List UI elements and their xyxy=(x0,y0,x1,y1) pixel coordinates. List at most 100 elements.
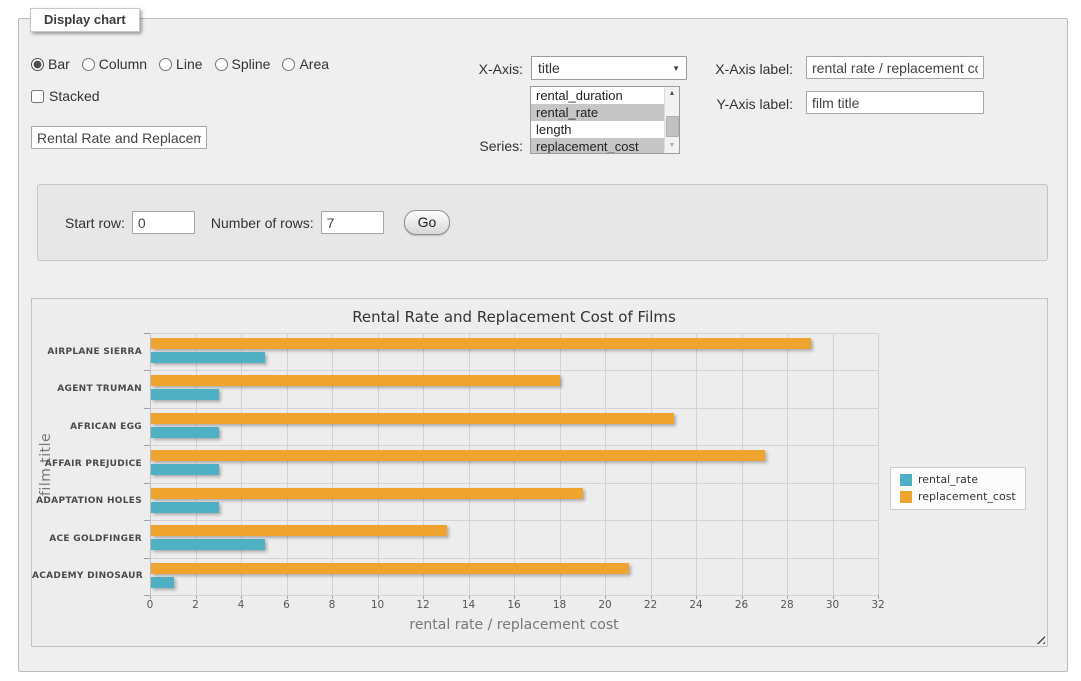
chart-container: Rental Rate and Replacement Cost of Film… xyxy=(31,298,1048,647)
bar-group xyxy=(151,558,879,595)
legend-item-replacement_cost[interactable]: replacement_cost xyxy=(900,490,1016,503)
y-axis-label-field-label: Y-Axis label: xyxy=(683,96,793,112)
legend-swatch xyxy=(900,474,912,486)
bar-group xyxy=(151,333,879,370)
x-tick-label: 2 xyxy=(192,599,199,611)
x-axis-title: rental rate / replacement cost xyxy=(150,617,878,633)
x-tick-label: 14 xyxy=(462,599,475,611)
resize-handle-icon[interactable] xyxy=(1033,632,1045,644)
series-select-label: Series: xyxy=(423,138,523,154)
series-listbox[interactable]: rental_durationrental_ratelengthreplacem… xyxy=(530,86,680,154)
start-row-input[interactable] xyxy=(132,211,195,234)
bar-replacement_cost[interactable] xyxy=(151,450,765,461)
bar-group xyxy=(151,520,879,557)
scrollbar-up-icon[interactable]: ▲ xyxy=(665,87,679,101)
bar-rental_rate[interactable] xyxy=(151,502,219,513)
stacked-label: Stacked xyxy=(49,88,100,104)
chart-type-option-line[interactable]: Line xyxy=(159,56,202,72)
chart-type-radio[interactable] xyxy=(31,58,44,71)
bar-replacement_cost[interactable] xyxy=(151,525,447,536)
stacked-checkbox[interactable] xyxy=(31,90,44,103)
bar-replacement_cost[interactable] xyxy=(151,375,560,386)
bar-rental_rate[interactable] xyxy=(151,352,265,363)
x-tick-label: 6 xyxy=(283,599,290,611)
bar-replacement_cost[interactable] xyxy=(151,413,674,424)
x-tick-label: 10 xyxy=(371,599,384,611)
x-tick-label: 16 xyxy=(507,599,520,611)
stacked-checkbox-row[interactable]: Stacked xyxy=(31,88,100,104)
category-label: AGENT TRUMAN xyxy=(32,384,142,394)
bar-rental_rate[interactable] xyxy=(151,427,219,438)
legend-label: rental_rate xyxy=(918,473,978,486)
bar-replacement_cost[interactable] xyxy=(151,563,629,574)
legend-swatch xyxy=(900,491,912,503)
legend-label: replacement_cost xyxy=(918,490,1016,503)
x-tick-label: 12 xyxy=(416,599,429,611)
x-tick-label: 4 xyxy=(238,599,245,611)
bar-group xyxy=(151,408,879,445)
scrollbar-thumb[interactable] xyxy=(666,116,679,137)
plot-area xyxy=(150,333,878,595)
chart-title-input[interactable] xyxy=(31,126,207,149)
x-tick-label: 18 xyxy=(553,599,566,611)
start-row-label: Start row: xyxy=(65,215,125,231)
series-option-rental_duration[interactable]: rental_duration xyxy=(531,87,664,104)
bar-group xyxy=(151,370,879,407)
category-label: ACE GOLDFINGER xyxy=(32,534,142,544)
category-label: AIRPLANE SIERRA xyxy=(32,347,142,357)
bar-rental_rate[interactable] xyxy=(151,539,265,550)
scrollbar-down-icon[interactable]: ▼ xyxy=(665,139,679,153)
chart-type-option-column[interactable]: Column xyxy=(82,56,147,72)
row-controls-panel: Start row: Number of rows: Go xyxy=(37,184,1048,261)
chart-type-option-label: Bar xyxy=(48,56,70,72)
x-axis-select[interactable]: title ▼ xyxy=(531,56,687,80)
bar-group xyxy=(151,445,879,482)
x-tick-label: 22 xyxy=(644,599,657,611)
legend-item-rental_rate[interactable]: rental_rate xyxy=(900,473,1016,486)
chart-type-radio[interactable] xyxy=(215,58,228,71)
x-tick-label: 28 xyxy=(780,599,793,611)
bar-rental_rate[interactable] xyxy=(151,389,219,400)
y-axis-category-labels: AIRPLANE SIERRA AGENT TRUMAN AFRICAN EGG AF… xyxy=(32,333,142,595)
x-axis-label-field-label: X-Axis label: xyxy=(683,61,793,77)
display-chart-panel: Display chart BarColumnLineSplineArea St… xyxy=(18,18,1068,672)
x-axis-tick-labels: 02468101214161820222426283032 xyxy=(150,599,878,613)
x-tick-label: 0 xyxy=(147,599,154,611)
chart-type-option-spline[interactable]: Spline xyxy=(215,56,271,72)
series-option-length[interactable]: length xyxy=(531,121,664,138)
bar-rental_rate[interactable] xyxy=(151,464,219,475)
chart-type-option-area[interactable]: Area xyxy=(282,56,329,72)
bar-replacement_cost[interactable] xyxy=(151,338,811,349)
series-option-replacement_cost[interactable]: replacement_cost xyxy=(531,138,664,154)
category-label: AFRICAN EGG xyxy=(32,422,142,432)
chart-type-option-bar[interactable]: Bar xyxy=(31,56,70,72)
bar-group xyxy=(151,483,879,520)
number-of-rows-label: Number of rows: xyxy=(211,215,314,231)
chart-type-option-label: Line xyxy=(176,56,202,72)
chart-type-radio[interactable] xyxy=(159,58,172,71)
go-button[interactable]: Go xyxy=(404,210,451,235)
chart-type-radio-group: Bar Column Line Spline Area xyxy=(31,56,329,72)
chart-type-radio[interactable] xyxy=(82,58,95,71)
x-axis-label-input[interactable] xyxy=(806,56,984,79)
listbox-scrollbar[interactable]: ▲ ▼ xyxy=(664,87,679,153)
dropdown-arrow-icon: ▼ xyxy=(672,64,680,73)
category-label: AFFAIR PREJUDICE xyxy=(32,459,142,469)
x-axis-select-value: title xyxy=(538,60,560,76)
panel-title: Display chart xyxy=(30,8,140,32)
category-label: ACADEMY DINOSAUR xyxy=(32,571,142,581)
series-options: rental_durationrental_ratelengthreplacem… xyxy=(531,87,664,153)
x-tick-label: 24 xyxy=(689,599,702,611)
chart-type-radio[interactable] xyxy=(282,58,295,71)
x-tick-label: 20 xyxy=(598,599,611,611)
x-tick-label: 30 xyxy=(826,599,839,611)
y-axis-label-input[interactable] xyxy=(806,91,984,114)
bar-rental_rate[interactable] xyxy=(151,577,174,588)
chart-type-option-label: Area xyxy=(299,56,329,72)
x-tick-label: 32 xyxy=(871,599,884,611)
series-option-rental_rate[interactable]: rental_rate xyxy=(531,104,664,121)
number-of-rows-input[interactable] xyxy=(321,211,384,234)
chart-type-option-label: Column xyxy=(99,56,147,72)
x-axis-select-label: X-Axis: xyxy=(423,61,523,77)
bar-replacement_cost[interactable] xyxy=(151,488,583,499)
